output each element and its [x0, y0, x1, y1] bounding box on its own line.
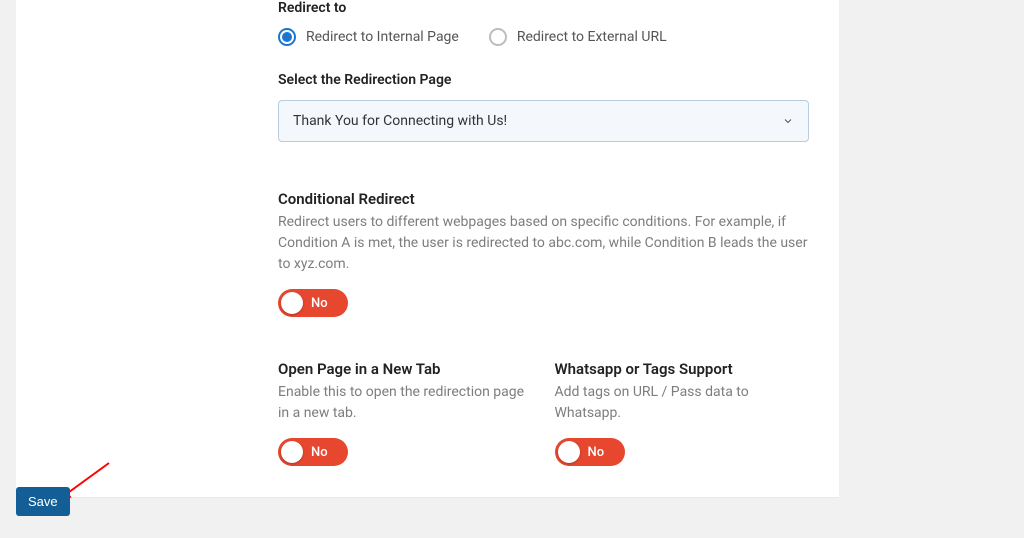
- conditional-redirect-title: Conditional Redirect: [278, 190, 809, 208]
- radio-selected-icon: [278, 28, 296, 46]
- radio-internal-page[interactable]: Redirect to Internal Page: [278, 28, 459, 46]
- conditional-toggle-state: No: [311, 296, 328, 311]
- whatsapp-toggle-state: No: [588, 445, 605, 460]
- toggle-knob-icon: [281, 292, 303, 314]
- newtab-toggle-state: No: [311, 445, 328, 460]
- conditional-redirect-toggle[interactable]: No: [278, 289, 348, 317]
- toggle-knob-icon: [558, 441, 580, 463]
- chevron-down-icon: [782, 115, 794, 127]
- save-button[interactable]: Save: [16, 487, 70, 516]
- radio-external-label: Redirect to External URL: [517, 29, 667, 45]
- radio-internal-label: Redirect to Internal Page: [306, 29, 459, 45]
- select-redirection-page-label: Select the Redirection Page: [278, 72, 809, 88]
- toggle-knob-icon: [281, 441, 303, 463]
- redirect-radio-group: Redirect to Internal Page Redirect to Ex…: [278, 28, 809, 46]
- whatsapp-tags-desc: Add tags on URL / Pass data to Whatsapp.: [555, 382, 810, 424]
- settings-panel: Redirect to Redirect to Internal Page Re…: [16, 0, 839, 497]
- conditional-redirect-section: Conditional Redirect Redirect users to d…: [278, 190, 809, 318]
- whatsapp-tags-toggle[interactable]: No: [555, 438, 625, 466]
- whatsapp-tags-title: Whatsapp or Tags Support: [555, 360, 810, 378]
- redirection-page-value: Thank You for Connecting with Us!: [293, 113, 507, 129]
- open-new-tab-toggle[interactable]: No: [278, 438, 348, 466]
- radio-external-url[interactable]: Redirect to External URL: [489, 28, 667, 46]
- redirection-page-select[interactable]: Thank You for Connecting with Us!: [278, 100, 809, 142]
- redirect-to-heading: Redirect to: [278, 0, 809, 16]
- radio-unselected-icon: [489, 28, 507, 46]
- open-new-tab-title: Open Page in a New Tab: [278, 360, 533, 378]
- whatsapp-tags-section: Whatsapp or Tags Support Add tags on URL…: [555, 360, 810, 467]
- conditional-redirect-desc: Redirect users to different webpages bas…: [278, 212, 809, 275]
- open-new-tab-section: Open Page in a New Tab Enable this to op…: [278, 360, 533, 467]
- open-new-tab-desc: Enable this to open the redirection page…: [278, 382, 533, 424]
